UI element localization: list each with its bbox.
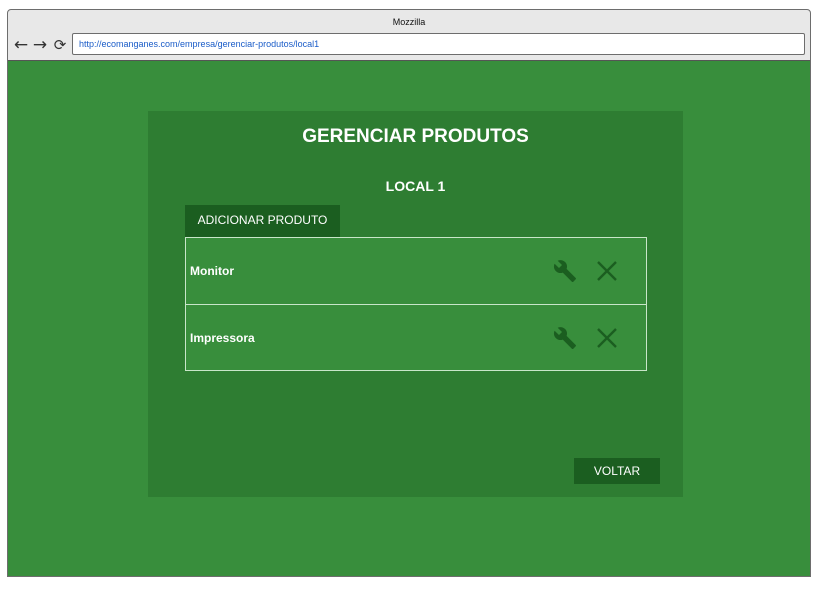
- navigation-bar: ← → ⟳ http://ecomanganes.com/empresa/ger…: [8, 32, 810, 58]
- location-title: LOCAL 1: [385, 178, 446, 194]
- product-name: Impressora: [190, 331, 255, 345]
- add-product-button[interactable]: ADICIONAR PRODUTO: [185, 205, 340, 237]
- close-icon[interactable]: [595, 259, 619, 283]
- wrench-icon[interactable]: [553, 259, 577, 283]
- list-item: Impressora: [186, 304, 646, 370]
- reload-icon[interactable]: ⟳: [52, 35, 68, 55]
- close-icon[interactable]: [595, 326, 619, 350]
- forward-arrow-icon[interactable]: →: [32, 35, 48, 55]
- wrench-icon[interactable]: [553, 326, 577, 350]
- product-list: Monitor Impressora: [185, 237, 647, 371]
- product-name: Monitor: [190, 264, 234, 278]
- back-arrow-icon[interactable]: ←: [13, 35, 29, 55]
- page-viewport: GERENCIAR PRODUTOS LOCAL 1 ADICIONAR PRO…: [8, 60, 810, 576]
- list-item: Monitor: [186, 238, 646, 304]
- back-button[interactable]: VOLTAR: [574, 458, 660, 484]
- address-bar[interactable]: http://ecomanganes.com/empresa/gerenciar…: [72, 33, 805, 55]
- window-title: Mozzilla: [392, 17, 426, 27]
- content-panel: GERENCIAR PRODUTOS LOCAL 1 ADICIONAR PRO…: [148, 111, 683, 497]
- page-title: GERENCIAR PRODUTOS: [302, 126, 529, 147]
- browser-window: Mozzilla ← → ⟳ http://ecomanganes.com/em…: [7, 9, 811, 577]
